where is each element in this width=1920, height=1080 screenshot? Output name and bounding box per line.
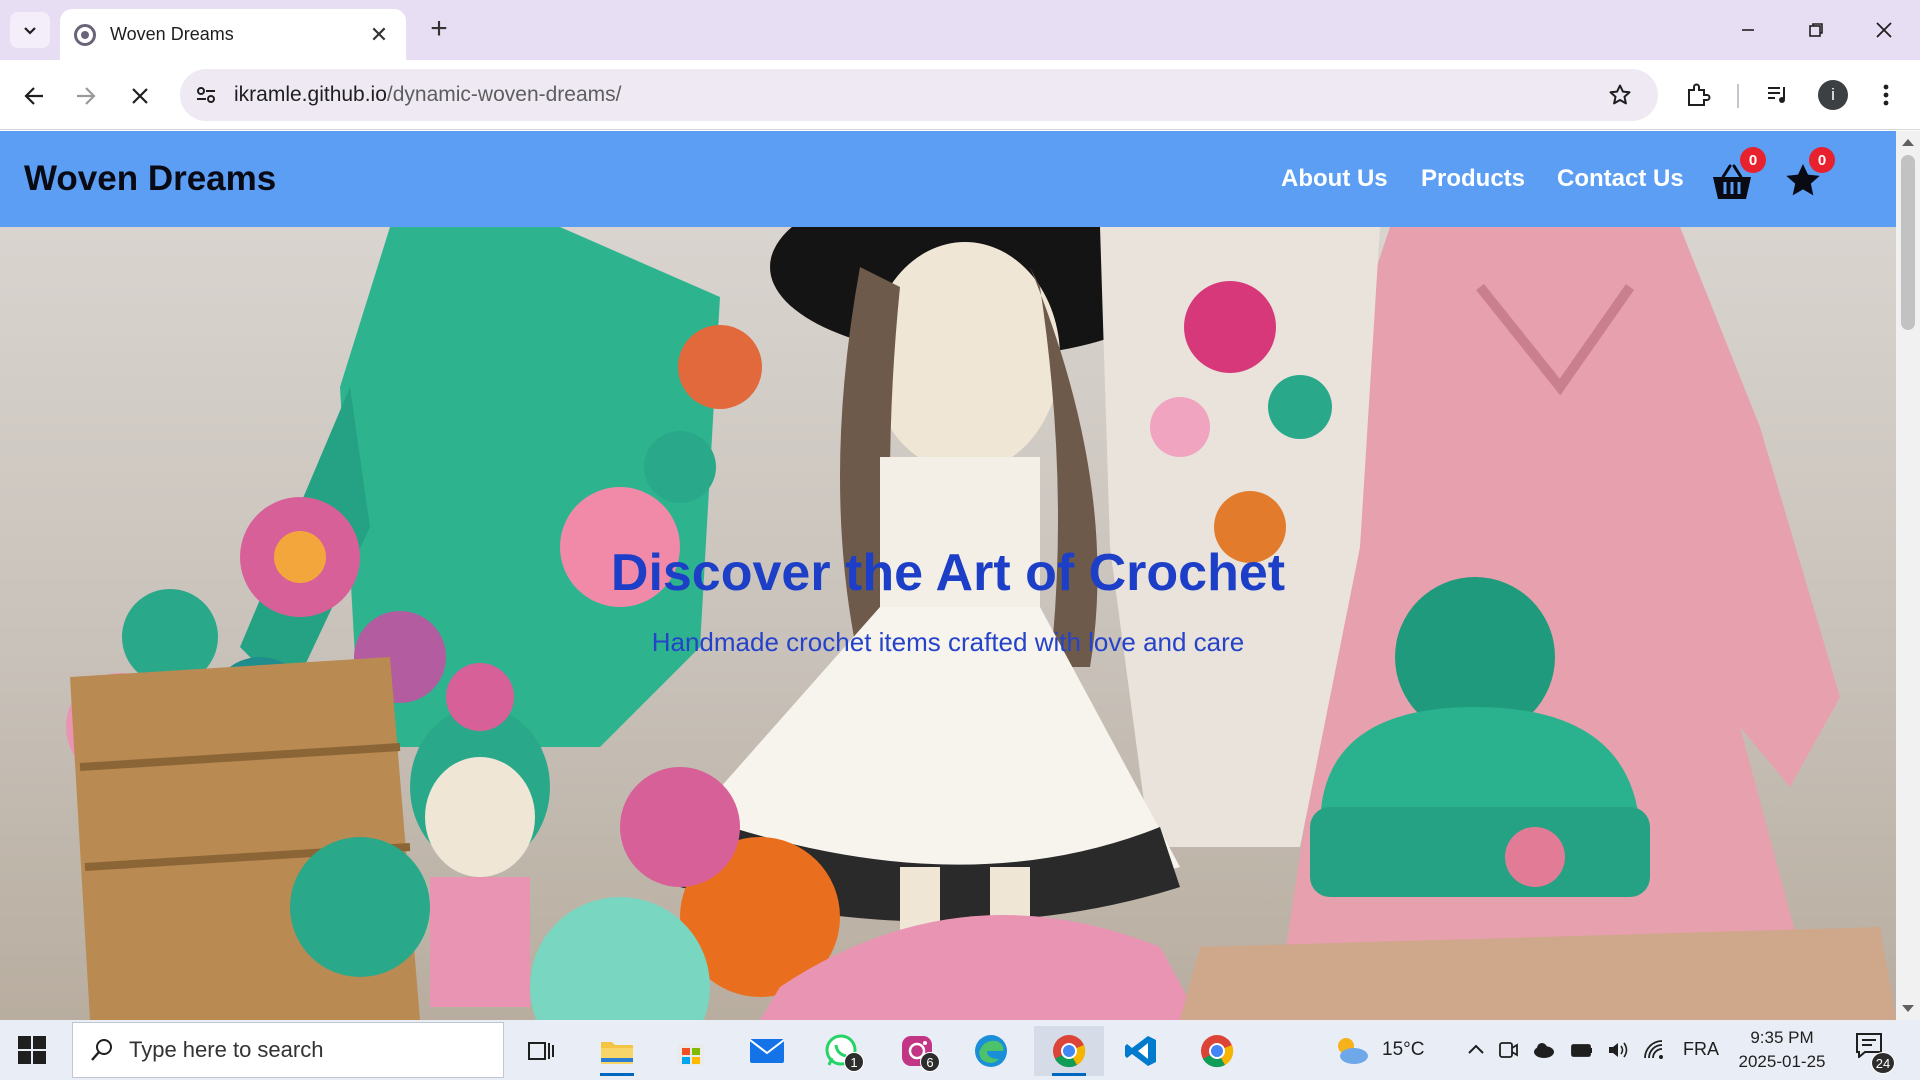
whatsapp-button[interactable]: 1 bbox=[810, 1026, 872, 1076]
extensions-button[interactable] bbox=[1678, 75, 1718, 115]
minimize-button[interactable] bbox=[1720, 8, 1776, 52]
store-icon bbox=[678, 1044, 704, 1065]
chrome-button[interactable] bbox=[1186, 1026, 1248, 1076]
search-icon bbox=[91, 1039, 112, 1061]
instagram-count-badge: 6 bbox=[920, 1052, 940, 1072]
folder-icon bbox=[601, 1042, 633, 1064]
wifi-icon[interactable] bbox=[1642, 1038, 1666, 1062]
taskbar-search-placeholder: Type here to search bbox=[129, 1037, 324, 1062]
site-favicon-icon bbox=[74, 23, 96, 46]
tab-title: Woven Dreams bbox=[110, 24, 234, 44]
star-outline-icon bbox=[1609, 84, 1631, 105]
new-tab-button[interactable]: + bbox=[424, 14, 454, 44]
tab-close-icon[interactable]: ✕ bbox=[366, 22, 392, 48]
edge-icon bbox=[975, 1035, 1007, 1067]
tab-search-button[interactable] bbox=[10, 12, 50, 48]
favorites-count-badge: 0 bbox=[1809, 147, 1835, 173]
address-bar[interactable]: ikramle.github.io/dynamic-woven-dreams/ bbox=[180, 69, 1658, 121]
restore-button[interactable] bbox=[1788, 8, 1844, 52]
site-info-button[interactable] bbox=[184, 73, 228, 117]
url-text[interactable]: ikramle.github.io/dynamic-woven-dreams/ bbox=[234, 83, 622, 107]
taskbar-search-box[interactable]: Type here to search bbox=[72, 1022, 504, 1078]
volume-icon[interactable] bbox=[1606, 1038, 1630, 1062]
url-path: /dynamic-woven-dreams/ bbox=[386, 83, 622, 106]
browser-toolbar: ikramle.github.io/dynamic-woven-dreams/ … bbox=[0, 60, 1920, 130]
tab-strip: Woven Dreams ✕ + bbox=[0, 0, 1920, 60]
scroll-thumb[interactable] bbox=[1901, 155, 1915, 330]
windows-start-icon[interactable] bbox=[18, 1036, 46, 1064]
chrome-icon bbox=[1201, 1035, 1234, 1068]
stop-loading-button[interactable] bbox=[120, 76, 160, 116]
hero-section: Discover the Art of Crochet Handmade cro… bbox=[0, 227, 1896, 1020]
clock-time: 9:35 PM bbox=[1750, 1028, 1814, 1047]
page-viewport: Woven Dreams About Us Products Contact U… bbox=[0, 131, 1896, 1020]
notification-count-badge: 24 bbox=[1871, 1052, 1895, 1074]
cart-count-badge: 0 bbox=[1740, 147, 1766, 173]
site-header: Woven Dreams About Us Products Contact U… bbox=[0, 131, 1896, 227]
instagram-button[interactable]: 6 bbox=[886, 1026, 948, 1076]
restore-icon bbox=[1809, 23, 1823, 37]
whatsapp-count-badge: 1 bbox=[844, 1052, 864, 1072]
arrow-right-icon bbox=[77, 87, 96, 105]
nav-contact-us[interactable]: Contact Us bbox=[1557, 165, 1684, 193]
temperature[interactable]: 15°C bbox=[1382, 1039, 1424, 1061]
microsoft-store-button[interactable] bbox=[660, 1026, 722, 1076]
back-button[interactable] bbox=[14, 76, 54, 116]
url-host: ikramle.github.io bbox=[234, 83, 387, 106]
playlist-icon bbox=[1768, 87, 1785, 103]
vscode-icon bbox=[1125, 1036, 1156, 1066]
scroll-down-arrow[interactable] bbox=[1902, 1005, 1914, 1012]
close-icon bbox=[1876, 22, 1892, 38]
chevron-down-icon bbox=[24, 27, 36, 35]
page-scrollbar[interactable] bbox=[1896, 131, 1920, 1020]
task-view-icon bbox=[528, 1042, 554, 1060]
running-indicator bbox=[600, 1073, 634, 1076]
more-vertical-icon bbox=[1883, 84, 1889, 106]
hero-background-image bbox=[66, 227, 1896, 1020]
chrome-window-button[interactable] bbox=[1034, 1026, 1104, 1076]
avatar: i bbox=[1818, 80, 1848, 110]
forward-button[interactable] bbox=[66, 76, 106, 116]
edge-button[interactable] bbox=[960, 1026, 1022, 1076]
scroll-up-arrow[interactable] bbox=[1902, 139, 1914, 146]
nav-products[interactable]: Products bbox=[1421, 165, 1525, 193]
meet-now-icon[interactable] bbox=[1496, 1038, 1520, 1062]
chrome-icon bbox=[1053, 1035, 1086, 1068]
toolbar-divider bbox=[1737, 84, 1739, 108]
battery-icon[interactable] bbox=[1570, 1038, 1594, 1062]
input-language[interactable]: FRA bbox=[1683, 1039, 1719, 1060]
windows-taskbar: Type here to search 1 6 15°C FRA 9:35 PM… bbox=[0, 1020, 1920, 1080]
hero-subtitle: Handmade crochet items crafted with love… bbox=[651, 627, 1245, 657]
chevron-up-icon[interactable] bbox=[1464, 1038, 1488, 1062]
profile-button[interactable]: i bbox=[1813, 75, 1853, 115]
hero-title: Discover the Art of Crochet bbox=[610, 544, 1286, 602]
browser-tab[interactable]: Woven Dreams ✕ bbox=[60, 9, 406, 60]
arrow-left-icon bbox=[24, 87, 43, 105]
puzzle-icon bbox=[1688, 83, 1711, 106]
minimize-icon bbox=[1742, 29, 1754, 31]
tune-icon bbox=[197, 87, 215, 103]
notification-center-button[interactable]: 24 bbox=[1855, 1032, 1895, 1074]
favorites-button[interactable]: 0 bbox=[1783, 147, 1835, 205]
task-view-button[interactable] bbox=[510, 1026, 572, 1076]
weather-icon[interactable] bbox=[1332, 1034, 1370, 1066]
mail-icon bbox=[749, 1039, 785, 1063]
media-control-button[interactable] bbox=[1758, 75, 1798, 115]
vscode-button[interactable] bbox=[1110, 1026, 1172, 1076]
running-indicator bbox=[1052, 1073, 1086, 1076]
bookmark-button[interactable] bbox=[1600, 75, 1640, 115]
mail-button[interactable] bbox=[736, 1026, 798, 1076]
clock-date: 2025-01-25 bbox=[1738, 1052, 1826, 1071]
onedrive-cloud-icon[interactable] bbox=[1532, 1038, 1556, 1062]
browser-menu-button[interactable] bbox=[1866, 75, 1906, 115]
cart-button[interactable]: 0 bbox=[1710, 147, 1766, 205]
nav-about-us[interactable]: About Us bbox=[1281, 165, 1388, 193]
close-window-button[interactable] bbox=[1856, 8, 1912, 52]
file-explorer-button[interactable] bbox=[586, 1026, 648, 1076]
stop-icon bbox=[132, 88, 148, 104]
site-logo[interactable]: Woven Dreams bbox=[24, 159, 276, 199]
system-clock[interactable]: 9:35 PM 2025-01-25 bbox=[1730, 1026, 1834, 1074]
